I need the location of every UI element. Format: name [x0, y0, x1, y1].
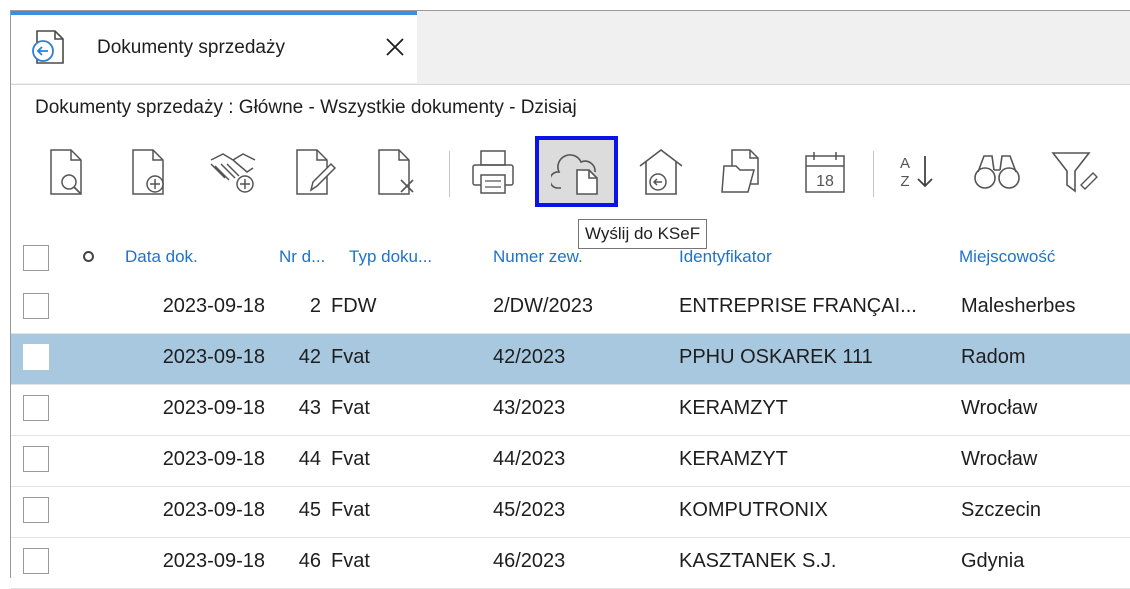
- sort-letter-z: Z: [900, 173, 909, 190]
- column-header-type[interactable]: Typ doku...: [349, 247, 432, 267]
- cell-type: Fvat: [331, 448, 370, 470]
- print-icon[interactable]: [463, 143, 523, 201]
- cell-city: Radom: [961, 346, 1026, 368]
- calendar-day-text: 18: [816, 173, 834, 190]
- cell-number: 45: [298, 499, 321, 521]
- sort-letter-a: A: [900, 155, 910, 172]
- tooltip-send-to-ksef: Wyślij do KSeF: [578, 219, 708, 249]
- close-icon[interactable]: [383, 35, 407, 59]
- cell-city: Wrocław: [961, 448, 1038, 470]
- app-window: Dokumenty sprzedaży Dokumenty sprzedaży …: [10, 10, 1130, 589]
- table-row[interactable]: 2023-09-18 2 FDW 2/DW/2023 ENTREPRISE FR…: [11, 283, 1130, 334]
- cell-identifier: ENTREPRISE FRANÇAI...: [679, 295, 917, 317]
- cell-identifier: PPHU OSKAREK 111: [679, 346, 873, 368]
- select-all-checkbox[interactable]: [23, 245, 49, 271]
- row-checkbox[interactable]: [23, 395, 49, 421]
- table-row[interactable]: 2023-09-18 45 Fvat 45/2023 KOMPUTRONIX S…: [11, 487, 1130, 538]
- handshake-add-icon[interactable]: [203, 143, 263, 201]
- toolbar-separator: [873, 151, 874, 197]
- cell-type: FDW: [331, 295, 377, 317]
- cell-number: 2: [309, 295, 321, 317]
- row-checkbox[interactable]: [23, 344, 49, 370]
- cell-type: Fvat: [331, 550, 370, 572]
- tab-strip: Dokumenty sprzedaży: [11, 11, 1130, 85]
- cell-external-number: 42/2023: [493, 346, 566, 368]
- preview-document-icon[interactable]: [39, 143, 99, 201]
- status-column-icon: [83, 251, 94, 262]
- cell-type: Fvat: [331, 346, 370, 368]
- cell-city: Malesherbes: [961, 295, 1076, 317]
- cell-date: 2023-09-18: [162, 550, 265, 572]
- table-row[interactable]: 2023-09-18 46 Fvat 46/2023 KASZTANEK S.J…: [11, 538, 1130, 589]
- column-header-city[interactable]: Miejscowość: [959, 247, 1055, 267]
- documents-icon[interactable]: [713, 143, 773, 201]
- grid-header: Data dok. Nr d... Typ doku... Numer zew.…: [11, 233, 1130, 283]
- filter-icon[interactable]: [1045, 143, 1105, 201]
- row-checkbox[interactable]: [23, 548, 49, 574]
- cell-type: Fvat: [331, 499, 370, 521]
- cell-city: Gdynia: [961, 550, 1025, 572]
- sort-az-icon[interactable]: AZ: [887, 143, 947, 201]
- cell-identifier: KERAMZYT: [679, 448, 788, 470]
- row-checkbox[interactable]: [23, 446, 49, 472]
- calendar-icon[interactable]: 18: [795, 143, 855, 201]
- column-header-date[interactable]: Data dok.: [125, 247, 198, 267]
- table-row[interactable]: 2023-09-18 42 Fvat 42/2023 PPHU OSKAREK …: [11, 334, 1130, 385]
- cloud-send-icon: [550, 148, 603, 196]
- delete-document-icon[interactable]: [367, 143, 427, 201]
- cell-external-number: 43/2023: [493, 397, 566, 419]
- cell-date: 2023-09-18: [162, 448, 265, 470]
- cell-number: 46: [298, 550, 321, 572]
- column-header-number[interactable]: Nr d...: [279, 247, 325, 267]
- cell-date: 2023-09-18: [162, 499, 265, 521]
- toolbar-separator: [449, 151, 450, 197]
- cell-external-number: 46/2023: [493, 550, 566, 572]
- send-to-ksef-button[interactable]: [535, 136, 618, 207]
- column-header-external-number[interactable]: Numer zew.: [493, 247, 583, 267]
- cell-city: Wrocław: [961, 397, 1038, 419]
- cell-identifier: KOMPUTRONIX: [679, 499, 828, 521]
- cell-date: 2023-09-18: [162, 397, 265, 419]
- cell-number: 44: [298, 448, 321, 470]
- cell-identifier: KERAMZYT: [679, 397, 788, 419]
- home-import-icon[interactable]: [631, 143, 691, 201]
- row-checkbox[interactable]: [23, 293, 49, 319]
- tab-label: Dokumenty sprzedaży: [97, 37, 285, 58]
- row-checkbox[interactable]: [23, 497, 49, 523]
- sales-documents-icon: [31, 29, 67, 65]
- cell-city: Szczecin: [961, 499, 1042, 521]
- cell-external-number: 45/2023: [493, 499, 566, 521]
- breadcrumb: Dokumenty sprzedaży : Główne - Wszystkie…: [35, 97, 577, 118]
- table-row[interactable]: 2023-09-18 44 Fvat 44/2023 KERAMZYT Wroc…: [11, 436, 1130, 487]
- cell-type: Fvat: [331, 397, 370, 419]
- toolbar: 18 AZ: [11, 131, 1130, 211]
- cell-identifier: KASZTANEK S.J.: [679, 550, 837, 572]
- cell-date: 2023-09-18: [162, 346, 265, 368]
- cell-date: 2023-09-18: [162, 295, 265, 317]
- cell-external-number: 44/2023: [493, 448, 566, 470]
- column-header-identifier[interactable]: Identyfikator: [679, 247, 772, 267]
- cell-number: 42: [298, 346, 321, 368]
- table-row[interactable]: 2023-09-18 43 Fvat 43/2023 KERAMZYT Wroc…: [11, 385, 1130, 436]
- add-document-icon[interactable]: [121, 143, 181, 201]
- binoculars-icon[interactable]: [967, 143, 1027, 201]
- cell-external-number: 2/DW/2023: [493, 295, 594, 317]
- tab-dokumenty-sprzedazy[interactable]: Dokumenty sprzedaży: [11, 11, 417, 83]
- cell-number: 43: [298, 397, 321, 419]
- edit-document-icon[interactable]: [285, 143, 345, 201]
